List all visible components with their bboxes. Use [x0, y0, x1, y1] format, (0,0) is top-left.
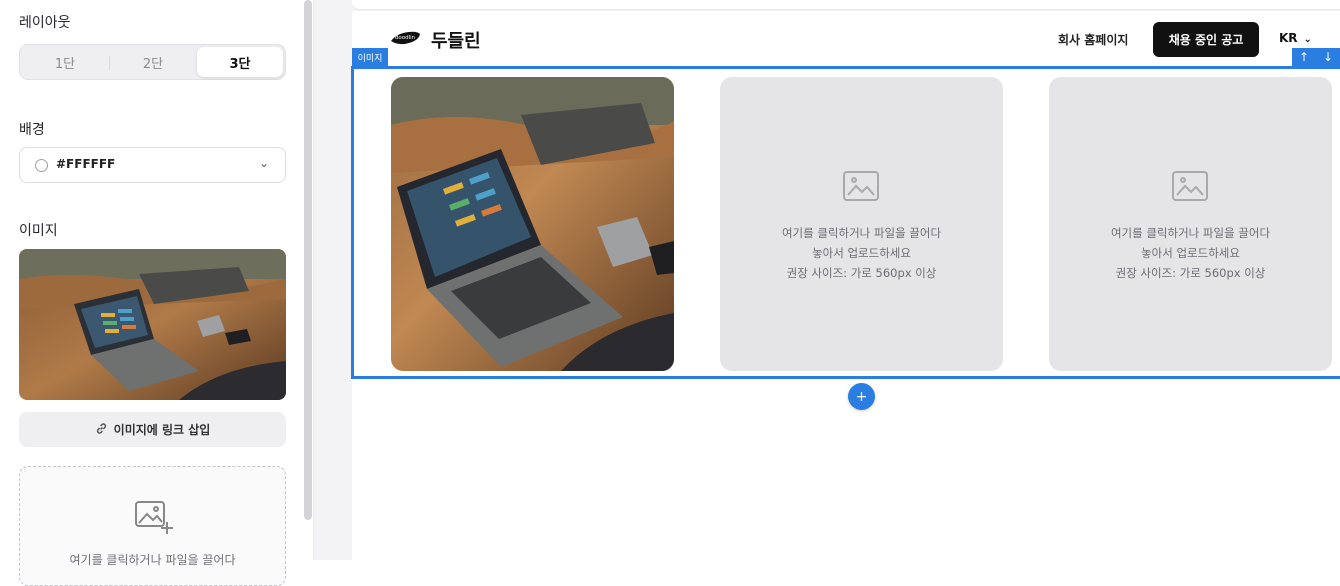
company-homepage-link[interactable]: 회사 홈페이지 — [1058, 31, 1128, 48]
move-down-button[interactable]: ↓ — [1323, 50, 1333, 64]
image-preview-thumbnail[interactable] — [19, 249, 286, 400]
brand-logo: doodlin 두들린 — [389, 27, 481, 53]
upload-hint-line1: 여기를 클릭하거나 파일을 끌어다 — [781, 226, 942, 240]
layout-segmented-control[interactable]: 1단 2단 3단 — [19, 44, 286, 80]
upload-hint-line3: 권장 사이즈: 가로 560px 이상 — [786, 266, 937, 280]
language-selector[interactable]: KR ⌄ — [1279, 31, 1312, 45]
add-image-icon — [134, 499, 174, 541]
chevron-down-icon: ⌄ — [1303, 34, 1312, 45]
link-icon — [95, 422, 108, 438]
previous-block[interactable] — [352, 0, 1340, 10]
insert-image-link-label: 이미지에 링크 삽입 — [113, 423, 211, 437]
upload-hint-line2: 놓아서 업로드하세요 — [812, 246, 911, 260]
layout-option-3col[interactable]: 3단 — [197, 47, 283, 77]
upload-hint: 여기를 클릭하거나 파일을 끌어다 놓아서 업로드하세요 권장 사이즈: 가로 … — [1049, 223, 1332, 283]
image-slot-2[interactable]: 여기를 클릭하거나 파일을 끌어다 놓아서 업로드하세요 권장 사이즈: 가로 … — [720, 77, 1003, 371]
settings-panel: 레이아웃 1단 2단 3단 배경 #FFFFFF ⌄ 이미지 이미지에 링크 삽… — [0, 0, 300, 586]
background-color-value: #FFFFFF — [56, 157, 116, 171]
image-section-title: 이미지 — [19, 223, 58, 239]
upload-hint-line1: 여기를 클릭하거나 파일을 끌어다 — [1110, 226, 1271, 240]
panel-scrollbar[interactable] — [304, 0, 312, 520]
image-placeholder-icon — [1171, 169, 1209, 207]
image-slot-3[interactable]: 여기를 클릭하거나 파일을 끌어다 놓아서 업로드하세요 권장 사이즈: 가로 … — [1049, 77, 1332, 371]
image-upload-dropzone[interactable]: 여기를 클릭하거나 파일을 끌어다 — [19, 466, 286, 586]
brand-name: 두들린 — [431, 31, 481, 52]
move-up-button[interactable]: ↑ — [1299, 50, 1309, 64]
color-swatch-icon — [35, 159, 48, 172]
svg-text:doodlin: doodlin — [395, 35, 416, 41]
chevron-down-icon: ⌄ — [258, 156, 269, 170]
upload-hint-line3: 권장 사이즈: 가로 560px 이상 — [1115, 266, 1266, 280]
upload-hint: 여기를 클릭하거나 파일을 끌어다 놓아서 업로드하세요 권장 사이즈: 가로 … — [720, 223, 1003, 283]
layout-option-2col[interactable]: 2단 — [110, 47, 196, 77]
insert-image-link-button[interactable]: 이미지에 링크 삽입 — [19, 412, 286, 447]
layout-option-1col[interactable]: 1단 — [22, 47, 108, 77]
background-color-select[interactable]: #FFFFFF ⌄ — [19, 147, 286, 183]
layout-section-title: 레이아웃 — [19, 15, 71, 31]
upload-hint-line2: 놓아서 업로드하세요 — [1141, 246, 1240, 260]
block-move-controls: ↑ ↓ — [1292, 48, 1340, 66]
image-slot-1[interactable] — [391, 77, 674, 371]
background-section-title: 배경 — [19, 122, 45, 138]
open-positions-button[interactable]: 채용 중인 공고 — [1153, 22, 1259, 57]
doodlin-logo-icon: doodlin — [389, 29, 423, 51]
block-type-tag: 이미지 — [352, 48, 388, 66]
image-placeholder-icon — [842, 169, 880, 207]
language-code: KR — [1279, 31, 1298, 45]
add-block-button[interactable]: + — [848, 383, 875, 410]
